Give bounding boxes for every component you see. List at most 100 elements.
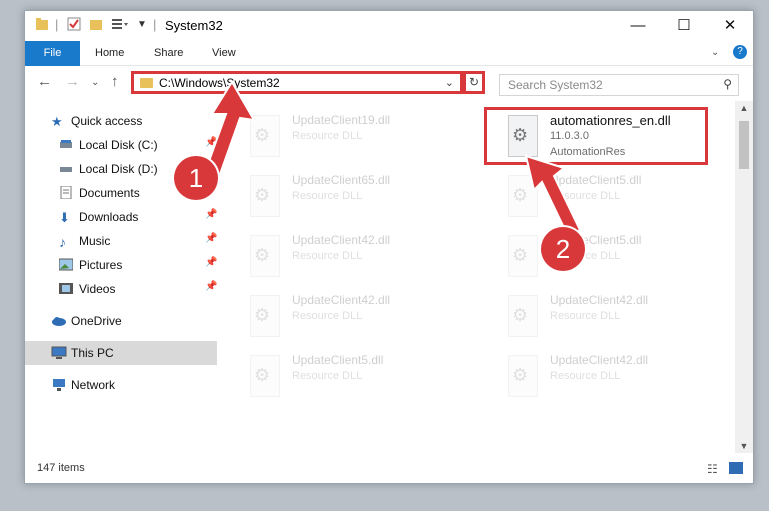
separator: |: [153, 17, 157, 32]
documents-icon: [59, 185, 73, 200]
tab-home[interactable]: Home: [95, 41, 124, 65]
file-tile[interactable]: ⚙ UpdateClient5.dll Resource DLL: [240, 349, 470, 407]
gear-icon: ⚙: [254, 365, 271, 385]
pin-icon[interactable]: 📌: [205, 233, 217, 244]
drive-icon: [59, 162, 73, 175]
file-type: Resource DLL: [550, 370, 621, 382]
callout-badge-2: 2: [541, 227, 585, 271]
file-type: Resource DLL: [292, 310, 363, 322]
scroll-down-icon[interactable]: ▼: [735, 441, 753, 451]
sidebar-item-videos[interactable]: Videos 📌: [25, 277, 221, 301]
sidebar-item-network[interactable]: Network: [25, 373, 221, 397]
properties-icon[interactable]: [67, 17, 81, 34]
pin-icon[interactable]: 📌: [205, 281, 217, 292]
file-name: UpdateClient42.dll: [550, 293, 649, 307]
ribbon-expand-icon[interactable]: ⌄: [711, 41, 719, 65]
navigation-bar: ← → ⌄ ↑ C:\Windows\System32 ⌄ ↻ Search S…: [25, 66, 753, 100]
help-button[interactable]: ?: [733, 45, 747, 59]
sidebar-item-onedrive[interactable]: OneDrive: [25, 309, 221, 333]
file-type: Resource DLL: [550, 310, 621, 322]
title-bar: | ▼ | System32 — ☐ ✕: [25, 11, 753, 41]
download-icon: ⬇: [59, 210, 70, 225]
file-type: Resource DLL: [292, 130, 363, 142]
search-placeholder: Search System32: [508, 78, 603, 92]
file-tile[interactable]: ⚙ UpdateClient42.dll Resource DLL: [240, 289, 470, 347]
close-button[interactable]: ✕: [707, 11, 753, 41]
star-icon: ★: [51, 114, 63, 129]
back-arrow-icon[interactable]: ←: [37, 73, 52, 90]
search-input[interactable]: Search System32 ⚲: [499, 74, 739, 96]
refresh-button[interactable]: ↻: [463, 71, 485, 94]
sidebar-item-label: Music: [79, 234, 111, 248]
up-arrow-icon[interactable]: ↑: [111, 73, 119, 90]
gear-icon: ⚙: [254, 305, 271, 325]
file-name: UpdateClient42.dll: [550, 353, 649, 367]
sidebar-item-label: This PC: [71, 346, 114, 360]
search-icon: ⚲: [723, 77, 732, 91]
file-tile[interactable]: ⚙ UpdateClient42.dll Resource DLL: [498, 289, 728, 347]
pin-icon[interactable]: 📌: [205, 209, 217, 220]
drive-icon: [59, 138, 73, 151]
pin-icon[interactable]: 📌: [205, 257, 217, 268]
refresh-icon: ↻: [468, 75, 480, 89]
ribbon-tabs: File Home Share View ⌄ ?: [25, 41, 753, 99]
sidebar-item-pictures[interactable]: Pictures 📌: [25, 253, 221, 277]
sidebar-item-label: OneDrive: [71, 314, 122, 328]
sidebar-item-label: Pictures: [79, 258, 123, 272]
new-folder-icon[interactable]: [89, 17, 103, 34]
sidebar-item-label: Network: [71, 378, 116, 392]
minimize-button[interactable]: —: [615, 11, 661, 41]
file-tile[interactable]: ⚙ UpdateClient65.dll Resource DLL: [240, 169, 470, 227]
callout-badge-1: 1: [174, 156, 218, 200]
sidebar-item-this-pc[interactable]: This PC: [25, 341, 217, 365]
view-options-icon[interactable]: [111, 17, 129, 34]
details-view-icon[interactable]: ☷: [707, 462, 718, 476]
gear-icon: ⚙: [512, 305, 529, 325]
scroll-up-icon[interactable]: ▲: [735, 103, 753, 113]
file-type: Resource DLL: [292, 190, 363, 202]
file-name: UpdateClient65.dll: [292, 173, 391, 187]
sidebar-item-label: Local Disk (C:): [79, 138, 158, 152]
vertical-scrollbar[interactable]: ▲ ▼: [735, 101, 753, 453]
file-tile[interactable]: ⚙ UpdateClient42.dll Resource DLL: [240, 229, 470, 287]
folder-icon: [140, 78, 153, 88]
sidebar-item-label: Videos: [79, 282, 116, 296]
file-name: UpdateClient19.dll: [292, 113, 391, 127]
file-name: UpdateClient42.dll: [292, 233, 391, 247]
explorer-window: | ▼ | System32 — ☐ ✕ File Home Share Vie…: [24, 10, 754, 484]
sidebar-item-downloads[interactable]: ⬇ Downloads 📌: [25, 205, 221, 229]
sidebar-item-label: Quick access: [71, 114, 143, 128]
status-bar: 147 items ☷: [25, 459, 753, 483]
file-tile[interactable]: ⚙ UpdateClient42.dll Resource DLL: [498, 349, 728, 407]
qat-dropdown-icon[interactable]: ▼: [137, 19, 147, 30]
tab-view[interactable]: View: [212, 41, 236, 65]
window-title: System32: [165, 18, 223, 33]
recent-locations-icon[interactable]: ⌄: [91, 77, 99, 88]
file-name: UpdateClient5.dll: [292, 353, 384, 367]
folder-icon: [35, 17, 49, 34]
large-icons-view-icon[interactable]: [729, 462, 743, 474]
file-name: UpdateClient42.dll: [292, 293, 391, 307]
item-count: 147 items: [37, 462, 85, 474]
tab-share[interactable]: Share: [154, 41, 183, 65]
address-dropdown-icon[interactable]: ⌄: [445, 76, 454, 89]
file-tile[interactable]: ⚙ UpdateClient19.dll Resource DLL: [240, 109, 470, 167]
scrollbar-thumb[interactable]: [739, 121, 749, 169]
forward-arrow-icon[interactable]: →: [65, 73, 80, 90]
sidebar-item-label: Local Disk (D:): [79, 162, 158, 176]
gear-icon: ⚙: [254, 245, 271, 265]
separator: |: [55, 17, 59, 32]
computer-icon: [51, 346, 67, 359]
file-list: ⚙ UpdateClient19.dll Resource DLL ⚙ Upda…: [240, 103, 733, 453]
file-type: Resource DLL: [292, 250, 363, 262]
sidebar-item-music[interactable]: ♪ Music 📌: [25, 229, 221, 253]
music-icon: ♪: [59, 234, 66, 250]
gear-icon: ⚙: [512, 365, 529, 385]
sidebar-item-label: Documents: [79, 186, 140, 200]
pictures-icon: [58, 258, 74, 271]
file-type: Resource DLL: [292, 370, 363, 382]
network-icon: [51, 378, 65, 391]
maximize-button[interactable]: ☐: [661, 11, 707, 41]
cloud-icon: [51, 314, 66, 327]
sidebar-item-label: Downloads: [79, 210, 139, 224]
